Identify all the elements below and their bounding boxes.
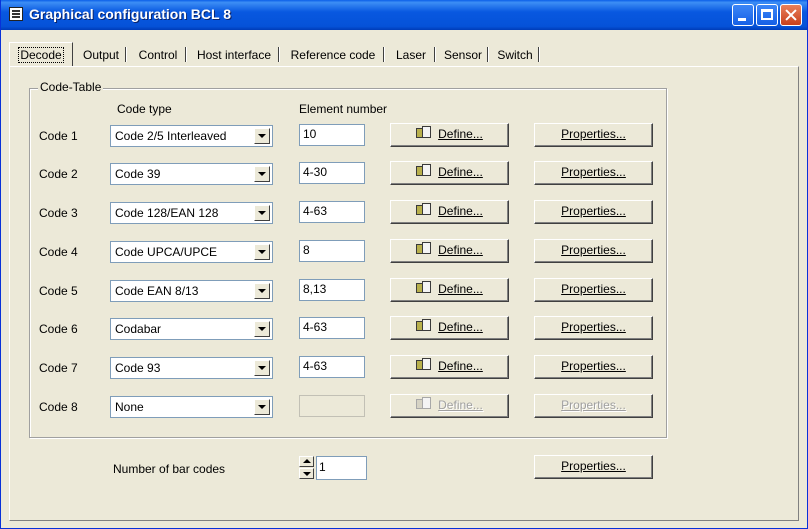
minimize-button[interactable] [732,4,754,26]
dropdown-arrow-icon[interactable] [254,166,270,182]
maximize-button[interactable] [756,4,778,26]
element-number-input[interactable]: 4-63 [299,201,365,223]
define-icon [416,281,432,295]
properties-button: Properties... [534,394,653,418]
spin-down-icon[interactable] [299,468,314,479]
bar-code-count-spinner[interactable] [299,456,315,480]
code-label: Code 5 [39,284,78,298]
code-type-select[interactable]: Code 2/5 Interleaved [110,125,273,147]
define-button[interactable]: Define... [390,123,509,147]
define-button[interactable]: Define... [390,161,509,185]
code-type-select[interactable]: Code 39 [110,163,273,185]
tab-host-interface[interactable]: Host interface [188,44,280,66]
code-type-select[interactable]: Code 128/EAN 128 [110,202,273,224]
tab-sensor[interactable]: Sensor [437,44,489,66]
title-bar[interactable]: Graphical configuration BCL 8 [1,0,807,30]
code-type-header: Code type [117,102,172,116]
dropdown-arrow-icon[interactable] [254,205,270,221]
define-icon [416,319,432,333]
element-number-input[interactable]: 10 [299,124,365,146]
code-type-select[interactable]: Code 93 [110,357,273,379]
bar-code-properties-button[interactable]: Properties... [534,455,653,479]
define-button: Define... [390,394,509,418]
bar-code-count-label: Number of bar codes [113,462,226,476]
tab-output[interactable]: Output [75,44,127,66]
element-number-input[interactable]: 4-63 [299,317,365,339]
define-icon [416,397,432,411]
element-number-header: Element number [299,102,388,116]
properties-button[interactable]: Properties... [534,278,653,302]
code-label: Code 3 [39,206,78,220]
dropdown-arrow-icon[interactable] [254,283,270,299]
dropdown-arrow-icon[interactable] [254,244,270,260]
define-button[interactable]: Define... [390,316,509,340]
define-button[interactable]: Define... [390,200,509,224]
define-icon [416,164,432,178]
define-button[interactable]: Define... [390,355,509,379]
code-type-select[interactable]: None [110,396,273,418]
define-icon [416,126,432,140]
define-button[interactable]: Define... [390,239,509,263]
dropdown-arrow-icon[interactable] [254,321,270,337]
code-type-select[interactable]: Codabar [110,318,273,340]
properties-button[interactable]: Properties... [534,239,653,263]
tab-switch[interactable]: Switch [490,44,540,66]
config-window: Graphical configuration BCL 8 Decode Out… [0,0,808,529]
code-label: Code 7 [39,361,78,375]
element-number-input[interactable]: 8,13 [299,279,365,301]
code-label: Code 8 [39,400,78,414]
tab-laser[interactable]: Laser [386,44,436,66]
define-icon [416,358,432,372]
properties-button[interactable]: Properties... [534,161,653,185]
dropdown-arrow-icon[interactable] [254,128,270,144]
dropdown-arrow-icon[interactable] [254,399,270,415]
app-icon [9,7,23,21]
code-label: Code 6 [39,322,78,336]
tab-decode[interactable]: Decode [9,42,73,66]
close-button[interactable] [780,4,802,26]
code-label: Code 4 [39,245,78,259]
element-number-input[interactable]: 4-63 [299,356,365,378]
properties-button[interactable]: Properties... [534,316,653,340]
code-type-select[interactable]: Code EAN 8/13 [110,280,273,302]
tab-reference-code[interactable]: Reference code [281,44,385,66]
bar-code-count-input[interactable]: 1 [316,456,367,480]
element-number-input [299,395,365,417]
code-label: Code 2 [39,167,78,181]
code-label: Code 1 [39,129,78,143]
window-title: Graphical configuration BCL 8 [29,6,231,22]
properties-button[interactable]: Properties... [534,200,653,224]
define-icon [416,242,432,256]
element-number-input[interactable]: 4-30 [299,162,365,184]
code-type-select[interactable]: Code UPCA/UPCE [110,241,273,263]
dropdown-arrow-icon[interactable] [254,360,270,376]
element-number-input[interactable]: 8 [299,240,365,262]
define-icon [416,203,432,217]
code-table-legend: Code-Table [38,80,104,94]
properties-button[interactable]: Properties... [534,123,653,147]
spin-up-icon[interactable] [299,456,314,467]
tab-control[interactable]: Control [129,44,187,66]
properties-button[interactable]: Properties... [534,355,653,379]
define-button[interactable]: Define... [390,278,509,302]
